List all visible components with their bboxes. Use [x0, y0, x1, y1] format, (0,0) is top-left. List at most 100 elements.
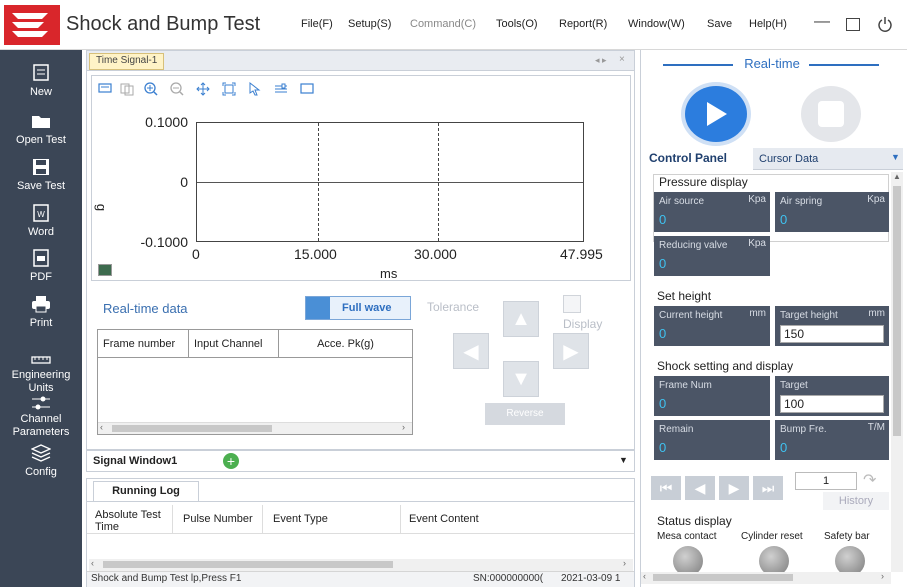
redo-icon[interactable]: ↷ [863, 470, 876, 490]
arrow-up-icon: ▲ [511, 307, 531, 330]
sidebar-item-new[interactable]: New [0, 64, 82, 99]
menu-file[interactable]: File(F) [301, 18, 333, 30]
menu-window[interactable]: Window(W) [628, 18, 685, 30]
slider-icon [32, 396, 50, 410]
tab-nav-icon[interactable]: ◂ ▸ [595, 55, 607, 66]
close-icon[interactable]: × [619, 54, 625, 65]
ruler-icon [31, 356, 51, 364]
sidebar-item-channel-parameters[interactable]: Channel Parameters [0, 394, 82, 439]
time-signal-panel: Time Signal-1 ◂ ▸ × 0.1000 0 -0.1000 g 0… [86, 50, 635, 450]
cursor-icon[interactable] [248, 82, 262, 96]
x-tick: 0 [192, 246, 200, 262]
target-input[interactable] [780, 395, 884, 413]
sidebar-item-engineering-units[interactable]: Engineering Units [0, 350, 82, 395]
sidebar-item-print[interactable]: Print [0, 295, 82, 330]
plot-area: 0.1000 0 -0.1000 g 0 15.000 30.000 47.99… [91, 75, 631, 281]
menu-save[interactable]: Save [707, 18, 732, 30]
log-hscrollbar[interactable]: ‹ › [89, 558, 633, 571]
maximize-icon[interactable] [846, 18, 860, 31]
layers-icon [31, 444, 51, 462]
realtime-title: Real-time [744, 56, 800, 71]
pressure-display-title: Pressure display [657, 175, 750, 189]
reverse-button[interactable]: Reverse [485, 403, 565, 425]
sidebar-item-save-test[interactable]: Save Test [0, 158, 82, 193]
tile-unit: Kpa [748, 194, 766, 205]
add-tab-icon[interactable]: + [223, 453, 239, 469]
running-log-panel: Running Log Absolute Test Time Pulse Num… [86, 478, 635, 587]
play-button[interactable] [685, 86, 747, 142]
zoom-out-icon[interactable] [170, 82, 184, 96]
arrow-down-button[interactable]: ▼ [503, 361, 539, 397]
sidebar-item-open-test[interactable]: Open Test [0, 112, 82, 147]
stop-button[interactable] [801, 86, 861, 142]
sidebar-item-pdf[interactable]: PDF [0, 249, 82, 284]
full-wave-toggle[interactable]: Full wave [305, 296, 411, 320]
copy-icon[interactable] [120, 82, 134, 96]
history-button[interactable]: History [823, 492, 889, 510]
word-icon: W [33, 204, 49, 222]
dropdown-icon[interactable]: ▼ [619, 455, 628, 465]
tab-time-signal[interactable]: Time Signal-1 [89, 53, 165, 70]
tab-control-panel[interactable]: Control Panel [649, 151, 727, 165]
menu-report[interactable]: Report(R) [559, 18, 607, 30]
folder-icon [32, 116, 50, 128]
title-bar: Shock and Bump Test File(F) Setup(S) Com… [0, 0, 907, 50]
next-button[interactable]: ▶ [719, 476, 749, 500]
settings-lines-icon[interactable] [274, 82, 288, 96]
col-input-channel[interactable]: Input Channel [189, 330, 279, 358]
arrow-left-button[interactable]: ◀ [453, 333, 489, 369]
tile-value: 0 [780, 212, 788, 227]
display-checkbox[interactable] [563, 295, 581, 313]
power-icon[interactable] [877, 16, 893, 33]
fit-icon[interactable] [222, 82, 236, 96]
sidebar-label: Word [27, 226, 55, 238]
svg-text:W: W [37, 210, 45, 219]
tab-signal-window[interactable]: Signal Window1 [93, 455, 177, 467]
menu-help[interactable]: Help(H) [749, 18, 787, 30]
chart-thumbnail-icon[interactable] [98, 264, 112, 276]
target-height-input[interactable] [780, 325, 884, 343]
arrow-down-icon: ▼ [511, 367, 531, 390]
reducing-valve-tile: Reducing valve Kpa 0 [654, 236, 770, 276]
tile-value: 0 [659, 256, 667, 271]
right-hscrollbar[interactable]: ‹ › [641, 571, 891, 584]
set-height-title: Set height [657, 289, 712, 303]
arrow-right-button[interactable]: ▶ [553, 333, 589, 369]
tab-cursor-data[interactable]: Cursor Data [759, 153, 818, 165]
status-label: Cylinder reset [741, 531, 803, 542]
step-spinbox[interactable]: 1 [795, 472, 857, 490]
dropdown-icon[interactable]: ▼ [891, 152, 900, 162]
menu-setup[interactable]: Setup(S) [348, 18, 391, 30]
col-absolute-test-time[interactable]: Absolute Test Time [89, 505, 173, 533]
col-frame-number[interactable]: Frame number [98, 330, 189, 358]
tab-running-log[interactable]: Running Log [93, 481, 199, 501]
right-vscrollbar[interactable]: ▲ [891, 172, 903, 572]
pan-icon[interactable] [196, 82, 210, 96]
signal-grid [196, 122, 584, 242]
full-wave-label: Full wave [342, 302, 392, 314]
menu-tools[interactable]: Tools(O) [496, 18, 538, 30]
tolerance-label: Tolerance [427, 300, 480, 314]
col-acce-pk[interactable]: Acce. Pk(g) [279, 330, 412, 358]
col-event-type[interactable]: Event Type [267, 505, 401, 533]
current-height-tile: Current height mm 0 [654, 306, 770, 346]
sidebar-label: Engineering Units [11, 369, 71, 394]
sidebar-item-config[interactable]: Config [0, 444, 82, 479]
screen-icon[interactable] [300, 82, 314, 96]
menu-command[interactable]: Command(C) [410, 18, 476, 30]
last-button[interactable]: ⏭ [753, 476, 783, 500]
tile-value: 0 [659, 440, 667, 455]
tile-unit: Kpa [867, 194, 885, 205]
tile-label: Air spring [780, 196, 823, 207]
sidebar-label: Config [25, 466, 57, 478]
minimize-icon[interactable]: — [814, 13, 830, 31]
sidebar-item-word[interactable]: W Word [0, 204, 82, 239]
zoom-in-icon[interactable] [144, 82, 158, 96]
prev-button[interactable]: ◀ [685, 476, 715, 500]
arrow-up-button[interactable]: ▲ [503, 301, 539, 337]
first-button[interactable]: ⏮ [651, 476, 681, 500]
col-pulse-number[interactable]: Pulse Number [177, 505, 263, 533]
comment-icon[interactable] [98, 82, 112, 96]
table-hscrollbar[interactable]: ‹ › [98, 422, 412, 434]
col-event-content[interactable]: Event Content [403, 505, 629, 533]
